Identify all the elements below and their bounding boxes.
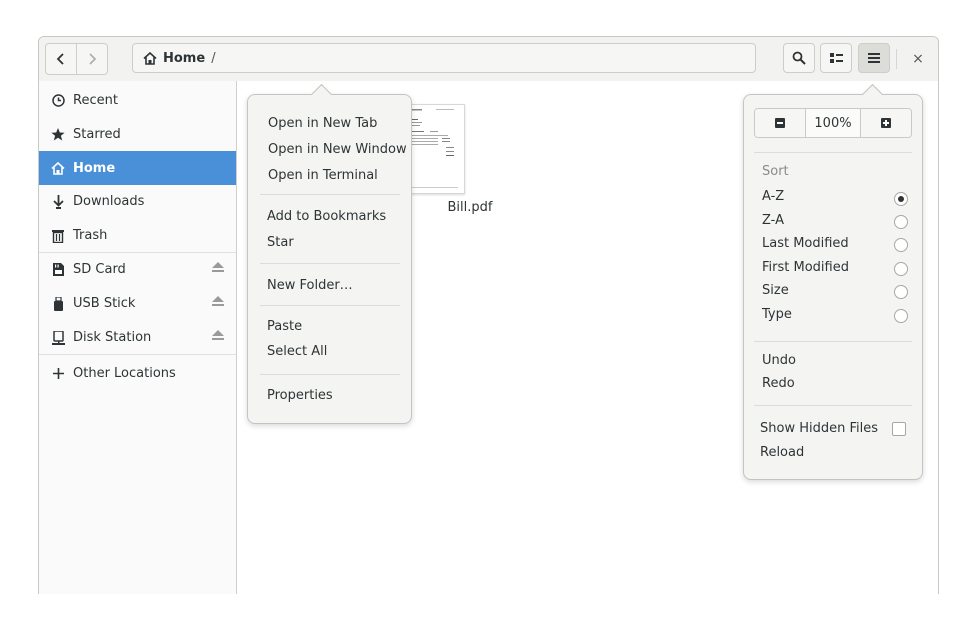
menu-paste[interactable]: Paste: [267, 319, 302, 334]
minus-icon: [775, 118, 785, 128]
sidebar-item-label: Trash: [73, 228, 108, 243]
chevron-right-icon: [89, 53, 97, 65]
sidebar-item-label: Disk Station: [73, 330, 152, 345]
file-name-label[interactable]: Bill.pdf: [430, 200, 510, 215]
header-bar: Home / ×: [39, 37, 938, 82]
show-hidden-files-option[interactable]: Show Hidden Files: [760, 421, 878, 436]
menu-star[interactable]: Star: [267, 235, 294, 250]
sort-option-type[interactable]: Type: [762, 307, 792, 322]
sidebar-item-downloads[interactable]: Downloads: [39, 185, 236, 218]
path-separator: /: [211, 50, 216, 66]
close-button[interactable]: ×: [909, 50, 927, 68]
disk-station-icon: [51, 330, 65, 345]
download-icon: [51, 194, 65, 209]
star-icon: [51, 128, 65, 142]
menu-separator: [754, 341, 912, 342]
sidebar-item-label: Home: [73, 160, 116, 176]
sort-option-first-modified[interactable]: First Modified: [762, 260, 849, 275]
sidebar-item-home[interactable]: Home: [39, 151, 236, 185]
sidebar-item-label: Starred: [73, 127, 121, 142]
sidebar-item-label: Other Locations: [73, 366, 176, 381]
sidebar: Recent Starred Home Downloads Trash SD C…: [39, 81, 237, 594]
menu-redo[interactable]: Redo: [762, 376, 795, 391]
search-button[interactable]: [783, 43, 815, 73]
menu-add-to-bookmarks[interactable]: Add to Bookmarks: [267, 209, 386, 224]
zoom-in-button[interactable]: [861, 109, 911, 137]
sort-radio-type[interactable]: [894, 309, 908, 323]
menu-open-new-tab[interactable]: Open in New Tab: [268, 116, 377, 131]
menu-separator: [754, 405, 912, 406]
path-home-segment[interactable]: Home: [163, 51, 205, 66]
sort-radio-z-a[interactable]: [894, 215, 908, 229]
forward-button[interactable]: [76, 44, 107, 74]
sort-radio-a-z[interactable]: [894, 192, 908, 206]
view-menu: 100% Sort A-Z Z-A Last Modified First Mo…: [743, 83, 923, 480]
menu-open-new-window[interactable]: Open in New Window: [268, 142, 407, 157]
usb-icon: [51, 296, 65, 311]
menu-separator: [754, 152, 912, 153]
sidebar-item-label: Downloads: [73, 194, 145, 209]
menu-reload[interactable]: Reload: [760, 445, 804, 460]
sd-card-icon: [51, 263, 65, 277]
zoom-control: 100%: [754, 108, 912, 138]
zoom-out-button[interactable]: [755, 109, 805, 137]
menu-button[interactable]: [858, 43, 890, 73]
sidebar-item-label: Recent: [73, 93, 118, 108]
sidebar-separator: [39, 354, 236, 355]
show-hidden-files-checkbox[interactable]: [892, 422, 906, 436]
header-separator: [896, 49, 897, 69]
eject-icon[interactable]: [212, 330, 224, 345]
sort-option-last-modified[interactable]: Last Modified: [762, 236, 849, 251]
search-icon: [792, 51, 806, 65]
context-menu: Open in New Tab Open in New Window Open …: [247, 83, 412, 424]
chevron-left-icon: [56, 53, 64, 65]
sort-radio-size[interactable]: [894, 285, 908, 299]
menu-select-all[interactable]: Select All: [267, 344, 327, 359]
menu-new-folder[interactable]: New Folder…: [267, 278, 353, 293]
sort-option-z-a[interactable]: Z-A: [762, 213, 784, 228]
menu-separator: [260, 374, 400, 375]
back-button[interactable]: [46, 44, 76, 74]
trash-icon: [51, 229, 65, 243]
menu-separator: [260, 305, 400, 306]
eject-icon[interactable]: [212, 296, 224, 311]
menu-open-in-terminal[interactable]: Open in Terminal: [268, 168, 378, 183]
close-icon: ×: [912, 51, 924, 67]
sidebar-item-sd-card[interactable]: SD Card: [39, 253, 236, 286]
eject-icon[interactable]: [212, 262, 224, 277]
sidebar-item-trash[interactable]: Trash: [39, 219, 236, 252]
plus-icon: [51, 367, 65, 381]
sort-option-size[interactable]: Size: [762, 283, 789, 298]
plus-icon: [881, 118, 891, 128]
hamburger-icon: [868, 53, 880, 63]
sidebar-item-usb-stick[interactable]: USB Stick: [39, 287, 236, 320]
sort-option-a-z[interactable]: A-Z: [762, 189, 784, 204]
sidebar-item-other-locations[interactable]: Other Locations: [39, 357, 236, 390]
list-view-icon: [829, 52, 843, 63]
sidebar-item-label: USB Stick: [73, 296, 136, 311]
zoom-level[interactable]: 100%: [805, 109, 861, 137]
sort-heading: Sort: [762, 164, 789, 179]
menu-separator: [260, 194, 400, 195]
home-icon: [143, 51, 157, 65]
path-bar[interactable]: Home /: [132, 43, 756, 73]
navigation-buttons: [45, 43, 108, 75]
sidebar-item-starred[interactable]: Starred: [39, 118, 236, 151]
menu-separator: [260, 263, 400, 264]
sort-radio-first-modified[interactable]: [894, 262, 908, 276]
sort-radio-last-modified[interactable]: [894, 238, 908, 252]
sidebar-item-label: SD Card: [73, 262, 126, 277]
menu-undo[interactable]: Undo: [762, 353, 796, 368]
menu-properties[interactable]: Properties: [267, 388, 333, 403]
clock-icon: [51, 94, 65, 108]
home-icon: [51, 161, 65, 175]
view-toggle-button[interactable]: [820, 43, 852, 73]
sidebar-item-disk-station[interactable]: Disk Station: [39, 321, 236, 354]
sidebar-item-recent[interactable]: Recent: [39, 84, 236, 117]
